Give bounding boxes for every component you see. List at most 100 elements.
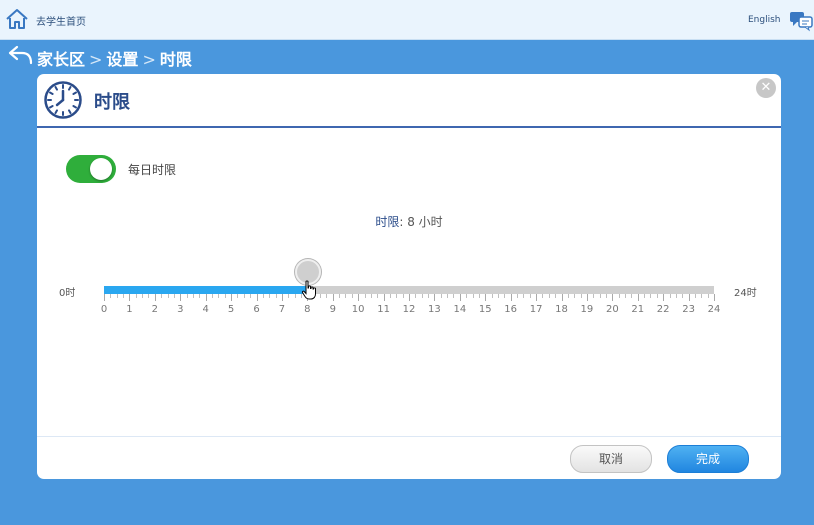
minor-tick (593, 294, 595, 298)
minor-tick (326, 294, 328, 298)
major-tick (180, 294, 182, 301)
minor-tick (447, 294, 449, 298)
toggle-knob[interactable] (90, 158, 112, 180)
minor-tick (370, 294, 372, 298)
tick-label: 1 (126, 304, 133, 315)
minor-tick (396, 294, 398, 298)
minor-tick (243, 294, 245, 298)
major-tick (409, 294, 410, 301)
major-tick (510, 294, 512, 301)
minor-tick (675, 294, 677, 298)
minor-tick (288, 294, 290, 298)
tick-label: 10 (351, 304, 365, 315)
minor-tick (339, 294, 341, 298)
minor-tick (212, 294, 214, 298)
minor-tick (421, 294, 423, 298)
major-tick (485, 294, 487, 301)
minor-tick (199, 294, 201, 298)
daily-limit-label: 每日时限 (128, 163, 177, 177)
major-tick (714, 294, 715, 301)
minor-tick (618, 294, 620, 298)
tick-label: 2 (151, 304, 159, 315)
major-tick (434, 294, 436, 301)
minor-tick (192, 294, 194, 298)
minor-tick (682, 294, 684, 298)
major-tick (205, 294, 207, 301)
dialog-header: 时限 ✕ (37, 74, 781, 128)
minor-tick (237, 294, 239, 298)
student-home-link[interactable]: 去学生首页 (36, 13, 86, 28)
minor-tick (142, 294, 144, 298)
minor-tick (574, 294, 576, 298)
done-button[interactable]: 完成 (667, 445, 749, 473)
minor-tick (167, 294, 169, 298)
language-icon[interactable] (788, 8, 814, 32)
limit-readout: 时限: 8 小时 (37, 213, 781, 230)
tick-label: 15 (478, 304, 492, 315)
daily-limit-toggle[interactable] (66, 155, 116, 183)
major-tick (663, 294, 665, 301)
tick-label: 14 (453, 304, 467, 315)
tick-label: 23 (682, 304, 695, 315)
tick-label: 12 (402, 304, 416, 315)
tick-label: 17 (529, 304, 543, 315)
home-icon[interactable] (4, 7, 30, 31)
minor-tick (224, 294, 226, 298)
breadcrumb-separator: > (142, 50, 156, 69)
hand-cursor-icon (302, 280, 317, 300)
minor-tick (625, 294, 627, 298)
minor-tick (440, 294, 442, 298)
minor-tick (542, 294, 544, 298)
minor-tick (402, 294, 404, 298)
minor-tick (548, 294, 550, 298)
back-arrow-icon[interactable] (6, 44, 34, 66)
minor-tick (116, 294, 118, 298)
tick-label: 5 (227, 304, 235, 315)
tick-label: 11 (377, 304, 390, 315)
limit-readout-key: 时限 (375, 215, 400, 229)
tick-label: 0 (100, 304, 108, 315)
tick-label: 21 (631, 304, 645, 315)
minor-tick (580, 294, 582, 298)
cancel-button[interactable]: 取消 (570, 445, 652, 473)
minor-tick (631, 294, 633, 298)
clock-icon (44, 81, 82, 119)
slider-ticks (104, 294, 715, 303)
minor-tick (491, 294, 493, 298)
minor-tick (275, 294, 277, 298)
major-tick (231, 294, 233, 301)
tick-label: 20 (605, 304, 619, 315)
breadcrumb-parents-area[interactable]: 家长区 (37, 50, 85, 69)
minor-tick (605, 294, 607, 298)
minor-tick (186, 294, 188, 298)
minor-tick (466, 294, 468, 298)
time-limit-dialog: 时限 ✕ 每日时限 时限: 8 小时 0时 24时 0 1 2 3 4 5 6 7 8 9 10 11… (37, 74, 781, 479)
major-tick (536, 294, 538, 301)
english-link[interactable]: English (748, 15, 781, 25)
tick-label: 16 (504, 304, 518, 315)
major-tick (154, 294, 156, 301)
close-icon[interactable]: ✕ (756, 78, 776, 98)
minor-tick (650, 294, 652, 298)
minor-tick (364, 294, 366, 298)
major-tick (281, 294, 283, 301)
minor-tick (269, 294, 271, 298)
slider-max-label: 24时 (734, 288, 757, 299)
tick-label: 6 (253, 304, 260, 315)
minor-tick (148, 294, 150, 298)
minor-tick (320, 294, 322, 298)
breadcrumb-time-limit: 时限 (159, 50, 192, 69)
minor-tick (453, 294, 455, 298)
major-tick (383, 294, 385, 301)
minor-tick (504, 294, 506, 298)
tick-label: 18 (555, 304, 568, 315)
breadcrumb-settings[interactable]: 设置 (106, 50, 138, 69)
hours-slider-track[interactable] (104, 286, 714, 294)
minor-tick (415, 294, 417, 298)
tick-label: 22 (656, 304, 670, 315)
tick-label: 13 (428, 304, 441, 315)
major-tick (104, 294, 105, 301)
tick-label: 24 (707, 304, 721, 315)
tick-label: 3 (177, 304, 184, 315)
top-bar: 去学生首页 English (0, 0, 814, 40)
